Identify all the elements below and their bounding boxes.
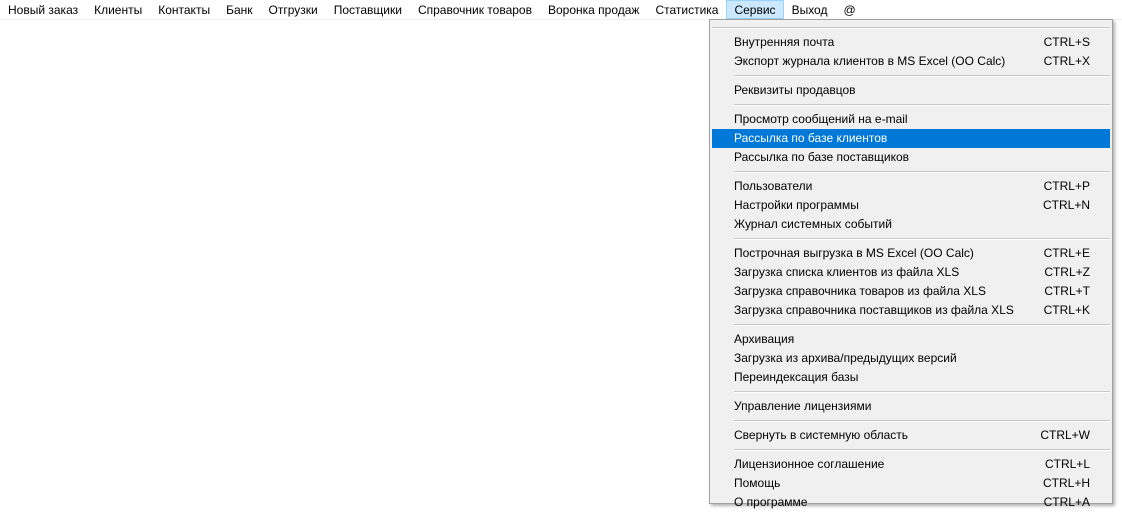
menu-item-shortcut: CTRL+W [1040,428,1090,442]
menu-11[interactable]: @ [835,0,863,19]
menu-10[interactable]: Выход [784,0,836,19]
menu-item-shortcut: CTRL+T [1044,284,1090,298]
menu-8[interactable]: Статистика [647,0,726,19]
menu-item-label: Настройки программы [734,198,859,212]
menu-item-shortcut: CTRL+N [1042,198,1090,212]
menu-item[interactable]: Загрузка списка клиентов из файла XLS CTR… [712,263,1110,282]
menu-item-shortcut: CTRL+X [1043,54,1090,68]
menu-separator [734,171,1110,173]
menu-bar: Новый заказ Клиенты Контакты Банк Отгрузки По… [0,0,1122,20]
menu-item[interactable]: Просмотр сообщений на e-mail [712,110,1110,129]
menu-item-label: Построчная выгрузка в MS Excel (OO Calc) [734,246,974,260]
menu-item[interactable]: Реквизиты продавцов [712,81,1110,100]
menu-separator [734,238,1110,240]
menu-4[interactable]: Отгрузки [261,0,326,19]
menu-9[interactable]: Сервис [726,0,784,19]
menu-item[interactable]: Построчная выгрузка в MS Excel (OO Calc)… [712,244,1110,263]
menu-item-label: Внутренняя почта [734,35,835,49]
menu-item[interactable]: Архивация [712,330,1110,349]
menu-item[interactable]: Внутренняя почта CTRL+S [712,33,1110,52]
menu-item-shortcut: CTRL+L [1044,457,1090,471]
menu-7[interactable]: Воронка продаж [540,0,647,19]
menu-item[interactable]: Рассылка по базе клиентов [712,129,1110,148]
menu-5[interactable]: Поставщики [326,0,410,19]
menu-item-shortcut: CTRL+A [1043,495,1090,509]
menu-item-label: Загрузка справочника товаров из файла XL… [734,284,986,298]
menu-item-label: Рассылка по базе клиентов [734,131,888,145]
menu-item[interactable]: Загрузка справочника поставщиков из файл… [712,301,1110,320]
menu-item-shortcut: CTRL+P [1043,179,1090,193]
menu-item-label: Загрузка справочника поставщиков из файл… [734,303,1014,317]
menu-item[interactable]: Рассылка по базе поставщиков [712,148,1110,167]
menu-item-label: Реквизиты продавцов [734,83,856,97]
menu-item[interactable]: Загрузка справочника товаров из файла XL… [712,282,1110,301]
menu-separator [734,104,1110,106]
menu-item-shortcut: CTRL+K [1043,303,1090,317]
menu-item[interactable]: О программе CTRL+A [712,493,1110,512]
menu-2[interactable]: Контакты [150,0,218,19]
menu-item[interactable]: Свернуть в системную область CTRL+W [712,426,1110,445]
menu-item[interactable]: Управление лицензиями [712,397,1110,416]
menu-item[interactable]: Журнал системных событий [712,215,1110,234]
menu-item-label: Загрузка списка клиентов из файла XLS [734,265,960,279]
menu-item[interactable]: Лицензионное соглашение CTRL+L [712,455,1110,474]
menu-item-label: Просмотр сообщений на e-mail [734,112,908,126]
menu-item[interactable]: Переиндексация базы [712,368,1110,387]
menu-item-label: Пользователи [734,179,813,193]
menu-item-label: Рассылка по базе поставщиков [734,150,910,164]
menu-item-shortcut: CTRL+Z [1044,265,1090,279]
menu-item-label: Журнал системных событий [734,217,892,231]
menu-item-shortcut: CTRL+S [1043,35,1090,49]
menu-item-label: Помощь [734,476,781,490]
menu-6[interactable]: Справочник товаров [410,0,540,19]
menu-separator [734,391,1110,393]
menu-item-shortcut: CTRL+H [1042,476,1090,490]
menu-item-label: Лицензионное соглашение [734,457,885,471]
menu-item-label: Архивация [734,332,795,346]
menu-separator [734,324,1110,326]
menu-item-label: Переиндексация базы [734,370,859,384]
menu-0[interactable]: Новый заказ [0,0,86,19]
menu-item[interactable]: Пользователи CTRL+P [712,177,1110,196]
menu-item-label: Экспорт журнала клиентов в MS Excel (OO … [734,54,1006,68]
menu-separator [734,449,1110,451]
service-dropdown-menu: Внутренняя почта CTRL+S Экспорт журнала кл… [709,19,1113,509]
menu-item[interactable]: Загрузка из архива/предыдущих версий [712,349,1110,368]
menu-separator [712,27,1110,29]
menu-separator [734,420,1110,422]
menu-item-label: Загрузка из архива/предыдущих версий [734,351,957,365]
menu-3[interactable]: Банк [218,0,260,19]
menu-1[interactable]: Клиенты [86,0,150,19]
menu-item-label: О программе [734,495,808,509]
menu-item-label: Управление лицензиями [734,399,872,413]
menu-item[interactable]: Настройки программы CTRL+N [712,196,1110,215]
menu-separator [734,75,1110,77]
menu-item[interactable]: Помощь CTRL+H [712,474,1110,493]
menu-item-shortcut: CTRL+E [1043,246,1090,260]
menu-item[interactable]: Экспорт журнала клиентов в MS Excel (OO … [712,52,1110,71]
menu-item-label: Свернуть в системную область [734,428,909,442]
